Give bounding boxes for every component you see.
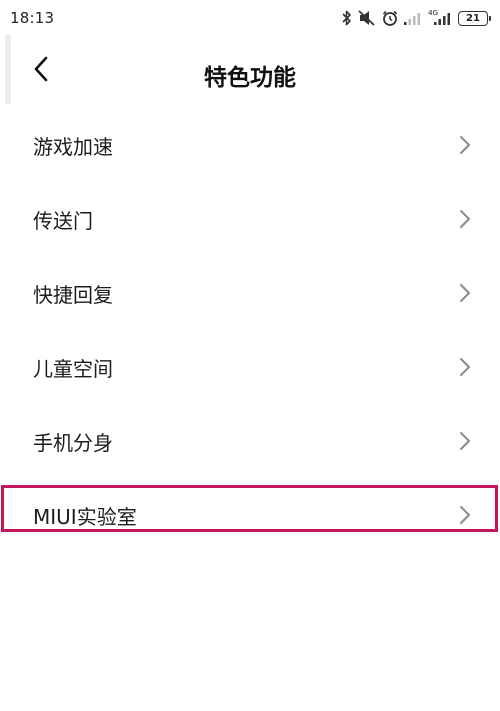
list-item-label: 儿童空间 <box>33 356 113 381</box>
feature-list: 游戏加速 传送门 快捷回复 儿童空间 手机分身 MIUI实验室 <box>0 108 500 552</box>
list-item-label: 快捷回复 <box>33 282 113 307</box>
header: 特色功能 <box>0 44 500 100</box>
chevron-right-icon <box>458 431 472 451</box>
list-item-kids-space[interactable]: 儿童空间 <box>0 330 500 404</box>
alarm-icon <box>382 10 398 26</box>
status-bar: 18:13 4G 21 <box>0 0 500 36</box>
page-title: 特色功能 <box>204 65 296 91</box>
list-item-game-turbo[interactable]: 游戏加速 <box>0 108 500 182</box>
signal-4g-icon: 4G <box>428 9 452 25</box>
list-item-portal[interactable]: 传送门 <box>0 182 500 256</box>
chevron-right-icon <box>458 357 472 377</box>
list-item-dual-apps[interactable]: 手机分身 <box>0 404 500 478</box>
list-item-label: 手机分身 <box>33 430 113 455</box>
list-item-quick-reply[interactable]: 快捷回复 <box>0 256 500 330</box>
list-item-label: 游戏加速 <box>33 134 113 159</box>
status-time: 18:13 <box>10 9 55 27</box>
list-item-miui-lab[interactable]: MIUI实验室 <box>0 478 500 552</box>
battery-icon: 21 <box>458 10 491 26</box>
chevron-right-icon <box>458 209 472 229</box>
list-item-label: 传送门 <box>33 208 93 233</box>
bluetooth-icon <box>342 10 352 26</box>
list-item-label: MIUI实验室 <box>33 504 137 529</box>
battery-level: 21 <box>466 12 480 24</box>
chevron-right-icon <box>458 135 472 155</box>
chevron-right-icon <box>458 505 472 525</box>
signal-icon <box>404 11 422 25</box>
screen: 18:13 4G 21 特色功能 游戏加速 传送门 快捷回复 儿童空间 手机分身… <box>0 0 500 711</box>
network-label: 4G <box>428 9 438 17</box>
chevron-right-icon <box>458 283 472 303</box>
status-icons: 4G 21 <box>342 9 491 26</box>
mute-icon <box>358 10 376 26</box>
